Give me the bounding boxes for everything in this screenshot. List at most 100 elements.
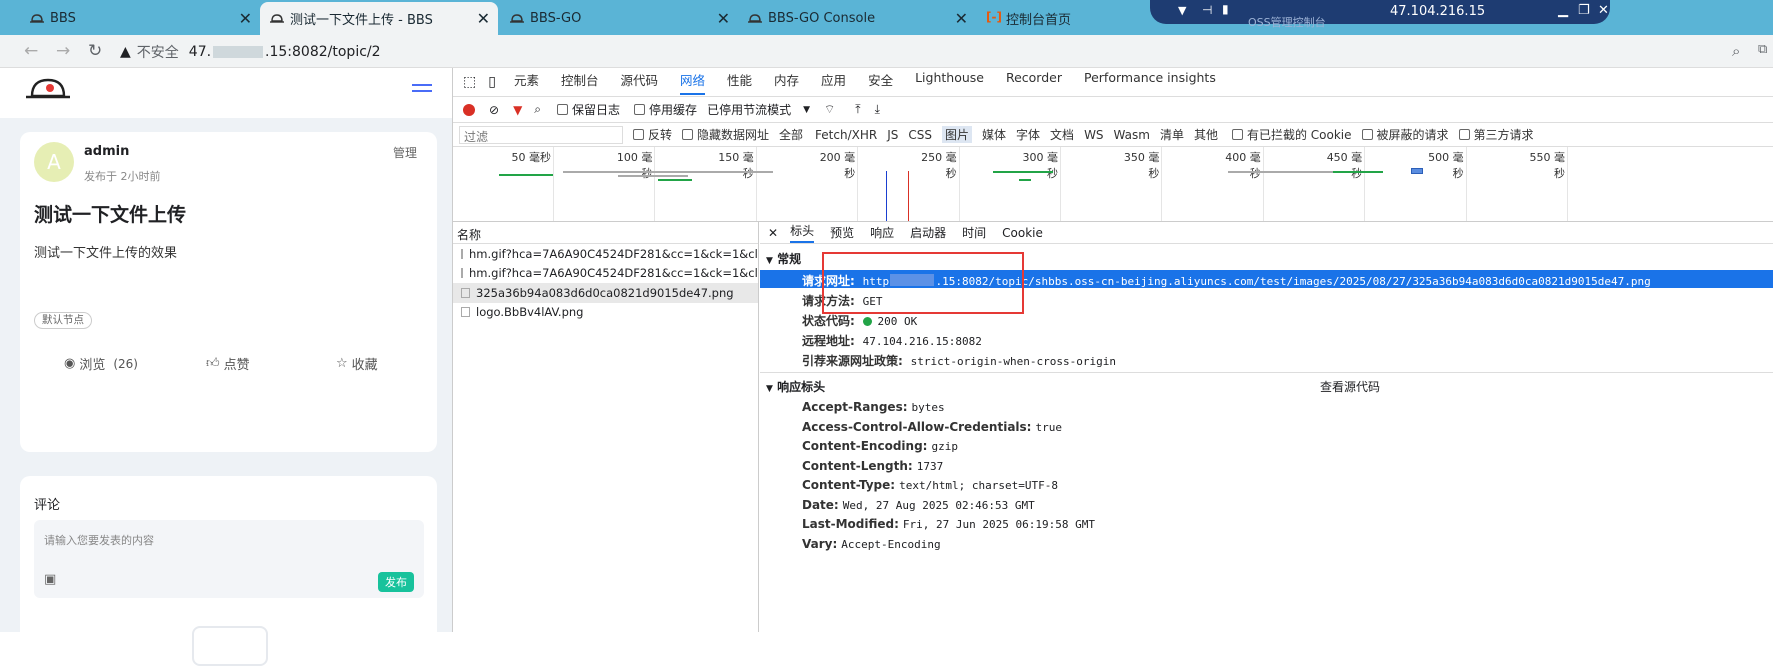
- tab-response[interactable]: 响应: [870, 224, 894, 241]
- tab-bbs[interactable]: BBS ✕: [20, 2, 260, 35]
- pin-icon[interactable]: ⊣: [1202, 3, 1212, 17]
- views-button[interactable]: ◉ 浏览 (26): [64, 354, 138, 373]
- share-icon[interactable]: ⧉: [1758, 42, 1767, 57]
- close-icon[interactable]: ✕: [768, 226, 778, 240]
- blocked-requests-checkbox[interactable]: [1361, 129, 1373, 140]
- menu-icon[interactable]: [412, 82, 432, 96]
- filter-icon[interactable]: ▼: [513, 103, 522, 117]
- hide-data-url-checkbox[interactable]: [682, 129, 694, 140]
- throttle-select[interactable]: 已停用节流模式: [707, 101, 791, 118]
- warning-icon[interactable]: ▲: [120, 44, 131, 60]
- zoom-icon[interactable]: ⌕: [1732, 42, 1740, 60]
- filter-doc[interactable]: 文档: [1050, 126, 1074, 143]
- filter-img[interactable]: 图片: [942, 126, 973, 143]
- device-icon[interactable]: ▯: [488, 74, 496, 90]
- network-timeline[interactable]: 50 毫秒 100 毫秒 150 毫秒 200 毫秒 250 毫秒 300 毫秒 350 毫…: [453, 147, 1773, 222]
- tab-console-home[interactable]: [-] 控制台首页: [976, 2, 1156, 35]
- tab-elements[interactable]: 元素: [514, 70, 539, 95]
- chevron-down-icon[interactable]: ▼: [1178, 4, 1186, 17]
- like-button[interactable]: 👍︎ 点赞: [206, 354, 250, 373]
- insecure-label[interactable]: 不安全: [137, 42, 179, 62]
- comment-card: 评论 请输入您要发表的内容 ▣ 发布: [20, 476, 437, 666]
- view-source-link[interactable]: 查看源代码: [1320, 378, 1380, 395]
- manage-button[interactable]: 管理: [393, 144, 417, 161]
- close-icon[interactable]: ✕: [477, 9, 490, 28]
- tab-label: 控制台首页: [1006, 13, 1072, 28]
- tab-timing[interactable]: 时间: [962, 224, 986, 241]
- tab-preview[interactable]: 预览: [830, 224, 854, 241]
- wifi-icon[interactable]: ⌔: [824, 102, 835, 117]
- tab-performance-insights[interactable]: Performance insights: [1084, 70, 1216, 95]
- tab-bbs-go-console[interactable]: BBS-GO Console ✕: [738, 2, 976, 35]
- tab-lighthouse[interactable]: Lighthouse: [915, 70, 984, 95]
- submit-button[interactable]: 发布: [378, 572, 414, 592]
- restore-icon[interactable]: ❐: [1578, 3, 1590, 18]
- invert-checkbox[interactable]: [633, 129, 644, 140]
- devtools-tab-bar: ⬚ ▯ 元素 控制台 源代码 网络 性能 内存 应用 安全 Lighthouse…: [453, 68, 1773, 97]
- clear-icon[interactable]: ⊘: [489, 103, 499, 117]
- tab-console[interactable]: 控制台: [561, 70, 599, 95]
- close-icon[interactable]: ✕: [239, 9, 252, 28]
- blocked-cookies-checkbox[interactable]: [1231, 129, 1243, 140]
- favorite-button[interactable]: ☆ 收藏: [336, 354, 378, 373]
- filter-js[interactable]: JS: [887, 128, 898, 142]
- close-icon[interactable]: ✕: [1598, 3, 1609, 18]
- tab-performance[interactable]: 性能: [727, 70, 752, 95]
- tab-security[interactable]: 安全: [868, 70, 893, 95]
- request-row[interactable]: hm.gif?hca=7A6A90C4524DF281&cc=1&ck=1&cl…: [453, 264, 758, 284]
- header-key: Date:: [802, 497, 839, 512]
- tab-application[interactable]: 应用: [821, 70, 846, 95]
- preserve-log-checkbox[interactable]: [557, 104, 569, 115]
- url-box[interactable]: ▲ 不安全 47. .15:8082/topic/2: [120, 39, 1720, 64]
- filter-ws[interactable]: WS: [1084, 128, 1103, 142]
- tab-memory[interactable]: 内存: [774, 70, 799, 95]
- logo-icon[interactable]: [24, 74, 72, 106]
- tab-cookies[interactable]: Cookie: [1002, 226, 1043, 240]
- image-icon[interactable]: ▣: [44, 572, 56, 587]
- filter-input[interactable]: 过滤: [459, 125, 623, 144]
- third-party-checkbox[interactable]: [1458, 129, 1470, 140]
- tab-topic[interactable]: 测试一下文件上传 - BBS ✕: [260, 2, 498, 35]
- tab-initiator[interactable]: 启动器: [910, 224, 946, 241]
- avatar[interactable]: A: [34, 142, 74, 182]
- filter-css[interactable]: CSS: [908, 128, 932, 142]
- upload-icon[interactable]: ⤒: [855, 102, 860, 117]
- tab-network[interactable]: 网络: [680, 70, 706, 95]
- tag-badge[interactable]: 默认节点: [34, 312, 92, 329]
- download-icon[interactable]: ⤓: [875, 102, 880, 117]
- tab-bbs-go[interactable]: BBS-GO ✕: [500, 2, 738, 35]
- close-icon[interactable]: ✕: [955, 9, 968, 28]
- request-row[interactable]: logo.BbBv4lAV.png: [453, 303, 758, 323]
- filter-other[interactable]: 其他: [1194, 126, 1218, 143]
- author-name[interactable]: admin: [84, 144, 129, 159]
- filter-all[interactable]: 全部: [779, 126, 803, 143]
- filter-wasm[interactable]: Wasm: [1114, 128, 1150, 142]
- tab-headers[interactable]: 标头: [790, 222, 815, 243]
- tab-recorder[interactable]: Recorder: [1006, 70, 1062, 95]
- general-section-header[interactable]: ▼ 常规: [766, 250, 801, 267]
- name-column-header[interactable]: 名称: [453, 222, 758, 244]
- tab-sources[interactable]: 源代码: [620, 70, 658, 95]
- request-row[interactable]: hm.gif?hca=7A6A90C4524DF281&cc=1&ck=1&cl…: [453, 244, 758, 264]
- comment-input[interactable]: 请输入您要发表的内容 ▣ 发布: [34, 520, 424, 598]
- response-headers-section-header[interactable]: ▼ 响应标头: [766, 378, 825, 395]
- minimize-icon[interactable]: ▁: [1558, 3, 1568, 18]
- reload-icon[interactable]: ↻: [88, 41, 102, 61]
- timeline-tick-label: 500 毫秒: [1428, 151, 1464, 180]
- close-icon[interactable]: ✕: [717, 9, 730, 28]
- back-icon[interactable]: ←: [24, 41, 38, 61]
- forward-icon[interactable]: →: [56, 41, 70, 61]
- views-count: (26): [113, 356, 138, 371]
- chevron-down-icon[interactable]: ▼: [803, 105, 810, 115]
- filter-manifest[interactable]: 清单: [1160, 126, 1184, 143]
- filter-media[interactable]: 媒体: [982, 126, 1006, 143]
- record-icon[interactable]: [463, 103, 475, 116]
- search-icon[interactable]: ⌕: [534, 102, 541, 117]
- inspect-icon[interactable]: ⬚: [463, 74, 476, 90]
- eye-icon: ◉: [64, 356, 76, 371]
- filter-font[interactable]: 字体: [1016, 126, 1040, 143]
- disable-cache-checkbox[interactable]: [634, 104, 646, 115]
- header-key: Accept-Ranges:: [802, 400, 908, 414]
- request-row[interactable]: 325a36b94a083d6d0ca0821d9015de47.png: [453, 283, 758, 303]
- filter-fetch-xhr[interactable]: Fetch/XHR: [815, 128, 877, 142]
